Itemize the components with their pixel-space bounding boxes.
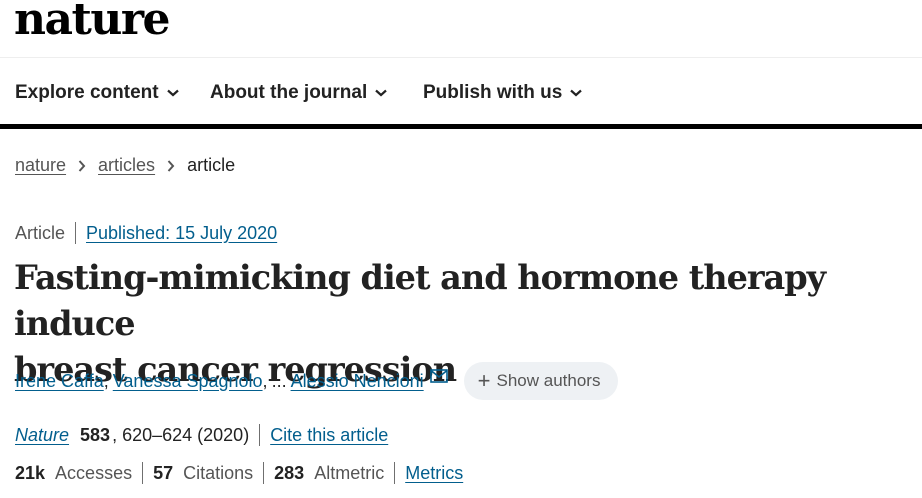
journal-link[interactable]: Nature bbox=[15, 425, 69, 446]
nav-about-journal-label: About the journal bbox=[210, 82, 368, 103]
breadcrumb-current: article bbox=[187, 155, 236, 175]
nature-logo[interactable]: nature bbox=[14, 0, 171, 45]
chevron-down-icon bbox=[570, 89, 583, 97]
published-date-link[interactable]: Published: 15 July 2020 bbox=[86, 223, 277, 244]
article-title-line-1: Fasting-mimicking diet and hormone thera… bbox=[14, 258, 826, 343]
authors-ellipsis: ... bbox=[271, 370, 287, 391]
author-list: Irene Caffa , Vanessa Spagnolo , ... Ale… bbox=[15, 362, 619, 400]
nav-publish-with-us[interactable]: Publish with us bbox=[423, 82, 583, 104]
author-separator: , bbox=[262, 370, 268, 391]
chevron-right-icon bbox=[167, 159, 175, 172]
altmetric-label: Altmetric bbox=[314, 462, 385, 483]
pages-year: , 620–624 (2020) bbox=[112, 424, 250, 445]
author-link[interactable]: Vanessa Spagnolo bbox=[113, 371, 263, 392]
chevron-right-icon bbox=[78, 159, 86, 172]
author-link[interactable]: Alessio Nencioni bbox=[291, 371, 424, 392]
nav-publish-with-us-label: Publish with us bbox=[423, 82, 563, 103]
metrics-row: 21k Accesses 57 Citations 283 Altmetric … bbox=[15, 462, 463, 484]
show-authors-button[interactable]: + Show authors bbox=[463, 362, 619, 400]
breadcrumb: nature articles article bbox=[15, 155, 235, 176]
article-meta: Article Published: 15 July 2020 bbox=[15, 222, 277, 244]
nav-divider bbox=[0, 124, 922, 129]
article-type: Article bbox=[15, 222, 66, 243]
divider bbox=[75, 222, 77, 244]
altmetric-count: 283 bbox=[274, 462, 305, 483]
divider bbox=[259, 424, 261, 446]
chevron-down-icon bbox=[375, 89, 388, 97]
citations-label: Citations bbox=[183, 462, 254, 483]
mail-icon[interactable] bbox=[429, 369, 448, 383]
breadcrumb-articles[interactable]: articles bbox=[98, 155, 155, 176]
cite-this-article-link[interactable]: Cite this article bbox=[270, 425, 388, 446]
author-link[interactable]: Irene Caffa bbox=[15, 371, 104, 392]
author-separator: , bbox=[103, 370, 109, 391]
divider bbox=[263, 462, 265, 484]
breadcrumb-nature[interactable]: nature bbox=[15, 155, 66, 176]
citations-count: 57 bbox=[153, 462, 174, 483]
divider bbox=[394, 462, 396, 484]
accesses-count: 21k bbox=[15, 462, 46, 483]
chevron-down-icon bbox=[166, 89, 179, 97]
plus-icon: + bbox=[477, 368, 491, 393]
nav-about-journal[interactable]: About the journal bbox=[210, 82, 388, 104]
main-nav: Explore content About the journal Publis… bbox=[0, 58, 922, 124]
metrics-link[interactable]: Metrics bbox=[405, 463, 463, 484]
show-authors-label: Show authors bbox=[496, 371, 601, 390]
nav-explore-content[interactable]: Explore content bbox=[15, 82, 179, 104]
nav-explore-content-label: Explore content bbox=[15, 82, 159, 103]
citation-row: Nature 583 , 620–624 (2020) Cite this ar… bbox=[15, 424, 388, 446]
divider bbox=[142, 462, 144, 484]
site-header: nature bbox=[0, 0, 922, 58]
accesses-label: Accesses bbox=[55, 462, 133, 483]
volume: 583 bbox=[80, 424, 111, 445]
